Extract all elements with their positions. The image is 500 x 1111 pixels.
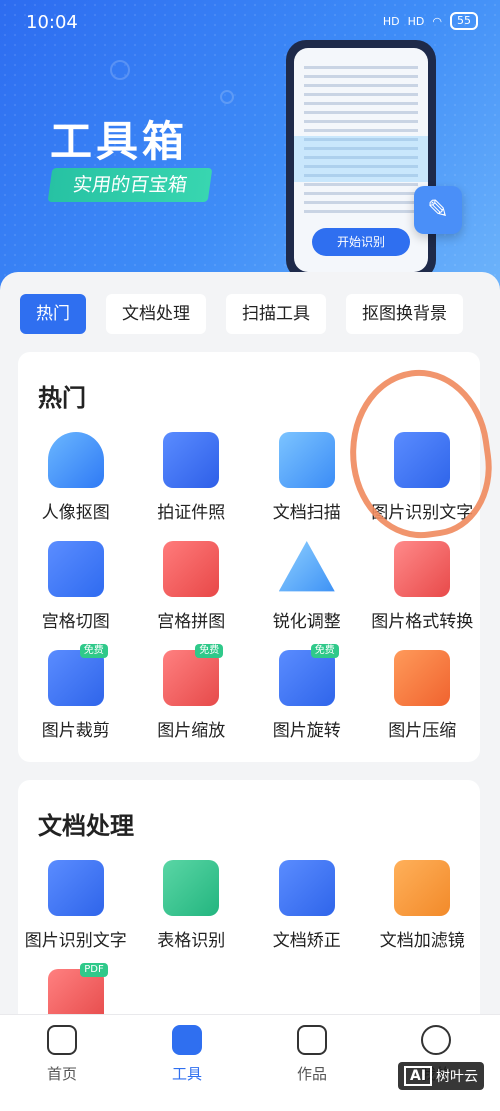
tool-label: 拍证件照 (157, 503, 226, 523)
phone-screen: 开始识别 (294, 48, 428, 272)
tool-label: 文档加滤镜 (379, 931, 465, 951)
tool-item[interactable]: 宫格拼图 (134, 541, 250, 650)
nav-label: 作品 (296, 1065, 327, 1083)
tool-item[interactable]: 免费图片旋转 (249, 644, 365, 759)
table-ocr-icon (163, 860, 220, 916)
tool-item[interactable]: 图片识别文字 (18, 860, 134, 969)
badge: 免费 (195, 644, 224, 658)
tool-label: 宫格切图 (41, 612, 110, 632)
rotate-icon: 免费 (278, 644, 339, 706)
id-photo-icon (163, 432, 220, 488)
phone-illustration: 开始识别 (286, 40, 436, 280)
tool-item[interactable]: 表格识别 (134, 860, 250, 969)
tool-label: 人像抠图 (41, 503, 110, 523)
image-ocr-icon (47, 860, 104, 916)
watermark-logo: AI (404, 1066, 433, 1086)
compress-icon (394, 650, 451, 706)
category-tabs: 热门 文档处理 扫描工具 抠图换背景 (20, 294, 463, 334)
format-convert-icon (394, 541, 451, 597)
nav-label: 工具 (171, 1065, 202, 1083)
tool-item[interactable]: 锐化调整 (249, 541, 365, 650)
watermark: AI 树叶云 (398, 1062, 485, 1090)
portrait-cutout-icon (47, 432, 104, 488)
tool-label: 图片格式转换 (371, 612, 474, 632)
app-root: 10:04 HD HD ◠ 55 工具箱 实用的百宝箱 开始识别 ✎ 热门 文档… (0, 0, 500, 1111)
tab-hot[interactable]: 热门 (20, 294, 86, 334)
tool-item[interactable]: 图片压缩 (365, 650, 481, 759)
tool-item[interactable]: 图片格式转换 (365, 541, 481, 650)
tool-item[interactable]: 宫格切图 (18, 541, 134, 650)
wifi-icon: ◠ (432, 14, 442, 28)
watermark-text: 树叶云 (436, 1069, 479, 1085)
nav-tools[interactable]: 工具 (147, 1025, 227, 1084)
tool-label: 图片识别文字 (24, 931, 127, 951)
tool-item[interactable]: 文档加滤镜 (365, 860, 481, 969)
battery-icon: 55 (450, 12, 478, 30)
tool-label: 文档扫描 (272, 503, 341, 523)
page-title: 工具箱 (50, 117, 189, 166)
tool-item[interactable]: 人像抠图 (18, 432, 134, 541)
tool-item[interactable]: 文档扫描 (249, 432, 365, 541)
tool-label: 图片裁剪 (41, 721, 110, 741)
tool-item[interactable]: 拍证件照 (134, 432, 250, 541)
badge: 免费 (310, 644, 339, 658)
tool-item[interactable]: 免费图片裁剪 (18, 644, 134, 759)
nav-works[interactable]: 作品 (272, 1025, 352, 1084)
section-title: 热门 (38, 384, 86, 412)
tool-label: 图片压缩 (388, 721, 457, 741)
doc-correct-icon (278, 860, 335, 916)
sharpen-icon (278, 541, 335, 592)
person-icon (421, 1025, 451, 1055)
hero-banner: 10:04 HD HD ◠ 55 工具箱 实用的百宝箱 开始识别 ✎ (0, 0, 500, 300)
signal-icon: HD (407, 14, 425, 28)
scan-highlight (294, 136, 428, 182)
start-recognize-button[interactable]: 开始识别 (312, 228, 410, 256)
badge: PDF (80, 963, 108, 977)
tab-cutout-background[interactable]: 抠图换背景 (346, 294, 463, 334)
nav-home[interactable]: 首页 (22, 1025, 102, 1084)
tab-doc-processing[interactable]: 文档处理 (106, 294, 206, 334)
status-icons: HD HD ◠ 55 (383, 12, 478, 30)
status-bar: 10:04 HD HD ◠ 55 (0, 0, 500, 44)
deco-circle (220, 90, 234, 104)
tool-label: 锐化调整 (272, 612, 341, 632)
folder-icon (297, 1025, 327, 1055)
crop-icon: 免费 (47, 644, 108, 706)
grid-collage-icon (163, 541, 220, 597)
tool-label: 表格识别 (157, 931, 226, 951)
tool-label: 图片缩放 (157, 721, 226, 741)
tab-scan-tools[interactable]: 扫描工具 (226, 294, 326, 334)
deco-circle (110, 60, 130, 80)
tool-label: 宫格拼图 (157, 612, 226, 632)
tool-label: 图片旋转 (272, 721, 341, 741)
edit-icon: ✎ (414, 186, 462, 234)
tool-item[interactable]: 免费图片缩放 (134, 644, 250, 759)
resize-icon: 免费 (163, 644, 224, 706)
grid-cut-icon (47, 541, 104, 597)
tool-item[interactable]: 文档矫正 (249, 860, 365, 969)
doc-filter-icon (394, 860, 451, 916)
tool-label: 文档矫正 (272, 931, 341, 951)
badge: 免费 (79, 644, 108, 658)
section-title: 文档处理 (38, 812, 134, 840)
status-time: 10:04 (26, 12, 78, 33)
toolbox-icon (172, 1025, 202, 1055)
document-scan-icon (278, 432, 335, 488)
hero-subtitle: 实用的百宝箱 (47, 168, 213, 202)
home-icon (47, 1025, 77, 1055)
nav-label: 首页 (46, 1065, 77, 1083)
signal-icon: HD (382, 14, 400, 28)
